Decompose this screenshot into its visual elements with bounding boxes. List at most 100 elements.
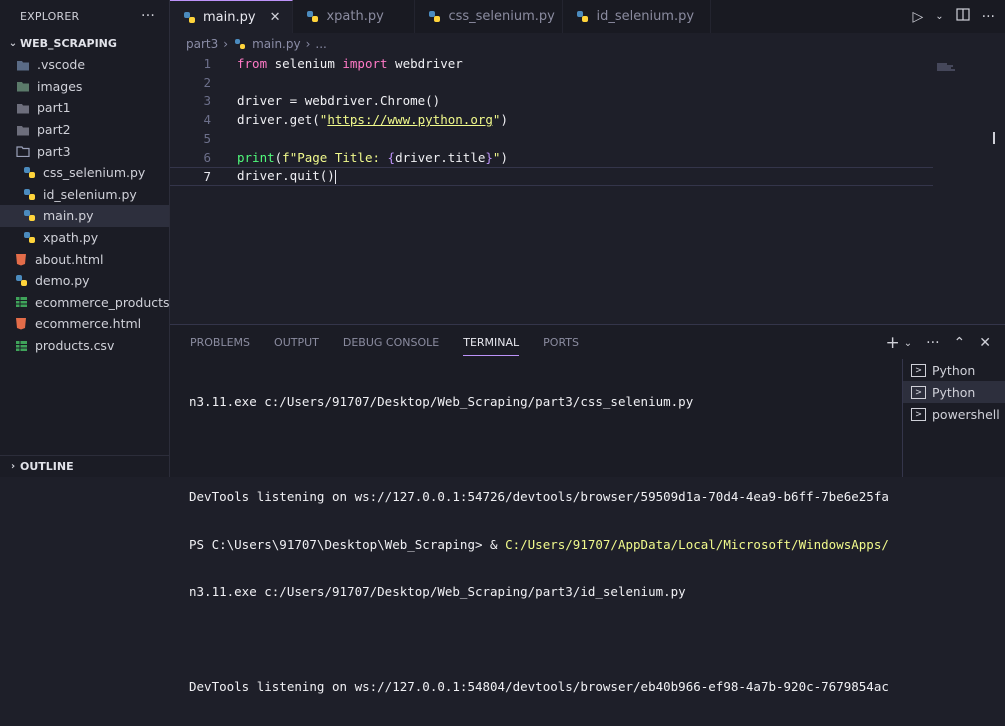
tab-xpath-py[interactable]: xpath.py — [293, 0, 416, 33]
maximize-panel-icon[interactable]: ⌃ — [954, 335, 966, 351]
folder-images-icon — [16, 79, 30, 93]
terminal-icon: > — [911, 385, 926, 399]
code-line[interactable]: 3 driver = webdriver.Chrome() — [170, 92, 1005, 111]
code-line[interactable]: 4 driver.get("https://www.python.org") — [170, 110, 1005, 129]
line-number: 5 — [203, 131, 211, 147]
more-actions-icon[interactable]: ··· — [926, 335, 939, 351]
tab-problems[interactable]: PROBLEMS — [190, 336, 250, 349]
tab-main-py[interactable]: main.py ✕ — [170, 0, 294, 33]
code-line[interactable]: 5 — [170, 129, 1005, 148]
tree-item-ecommerce-html[interactable]: ecommerce.html — [0, 313, 169, 335]
close-icon[interactable]: ✕ — [270, 10, 281, 25]
code-line[interactable]: 6 print(f"Page Title: {driver.title}") — [170, 148, 1005, 167]
close-panel-icon[interactable]: ✕ — [979, 335, 991, 351]
breadcrumb-file[interactable]: main.py — [252, 37, 301, 51]
chevron-right-icon: › — [305, 37, 311, 51]
code-editor[interactable]: 1 from selenium import webdriver 2 3 dri… — [170, 54, 1005, 324]
chevron-down-icon: ⌄ — [8, 37, 18, 49]
python-icon — [22, 209, 36, 223]
code-line[interactable]: 1 from selenium import webdriver — [170, 54, 1005, 73]
tab-debug-console[interactable]: DEBUG CONSOLE — [343, 336, 439, 349]
tab-label: css_selenium.py — [448, 9, 555, 24]
bottom-panel: PROBLEMS OUTPUT DEBUG CONSOLE TERMINAL P… — [170, 324, 1005, 694]
brace-token: } — [485, 149, 493, 165]
breadcrumb: part3 › main.py › ... — [186, 36, 327, 52]
tree-item-label: part3 — [37, 143, 71, 159]
breadcrumb-more[interactable]: ... — [315, 37, 326, 51]
terminal-output[interactable]: n3.11.exe c:/Users/91707/Desktop/Web_Scr… — [189, 363, 889, 726]
python-icon — [575, 10, 589, 24]
function-token: print — [237, 149, 275, 165]
tree-item-main[interactable]: main.py — [0, 205, 169, 227]
terminal-command-path: C:/Users/91707/AppData/Local/Microsoft/W… — [505, 536, 889, 552]
explorer-sidebar: EXPLORER ··· ⌄ WEB_SCRAPING .vscode imag… — [0, 0, 170, 477]
tree-item-id-selenium[interactable]: id_selenium.py — [0, 184, 169, 206]
terminal-line: DevTools listening on ws://127.0.0.1:548… — [189, 679, 889, 694]
tree-item-about[interactable]: about.html — [0, 248, 169, 270]
breadcrumb-folder[interactable]: part3 — [186, 37, 218, 51]
tree-item-vscode[interactable]: .vscode — [0, 54, 169, 76]
split-editor-icon[interactable] — [956, 8, 970, 25]
tree-item-part2[interactable]: part2 — [0, 119, 169, 141]
keyword-token: from — [237, 55, 268, 71]
tree-item-xpath[interactable]: xpath.py — [0, 227, 169, 249]
tab-output[interactable]: OUTPUT — [274, 336, 319, 349]
tab-terminal[interactable]: TERMINAL — [463, 336, 520, 356]
minimap[interactable] — [937, 56, 959, 71]
terminal-line: DevTools listening on ws://127.0.0.1:547… — [189, 489, 889, 504]
line-number: 7 — [203, 168, 211, 184]
tree-item-label: about.html — [35, 251, 104, 267]
run-icon[interactable]: ▷ — [912, 9, 923, 25]
terminal-item-label: Python — [932, 384, 976, 400]
tree-item-ecommerce-products[interactable]: ecommerce_products.... — [0, 292, 169, 314]
tab-label: main.py — [203, 9, 256, 25]
terminal-item-powershell[interactable]: > powershell — [903, 403, 1005, 425]
tree-item-label: products.csv — [35, 338, 115, 354]
workspace-root[interactable]: ⌄ WEB_SCRAPING — [0, 32, 169, 54]
tree-item-label: .vscode — [37, 57, 86, 73]
code-token: driver.title — [395, 149, 486, 165]
tree-item-label: demo.py — [35, 273, 90, 289]
tab-ports[interactable]: PORTS — [543, 336, 579, 349]
more-actions-icon[interactable]: ··· — [982, 9, 995, 25]
terminal-item-label: powershell — [932, 406, 1000, 422]
code-text: driver.quit() — [237, 168, 336, 184]
tree-item-label: ecommerce.html — [35, 316, 142, 332]
chevron-right-icon: › — [10, 461, 16, 472]
python-icon — [14, 274, 28, 288]
workspace-root-label: WEB_SCRAPING — [20, 36, 117, 50]
terminal-item-python[interactable]: > Python — [903, 359, 1005, 381]
tab-label: xpath.py — [326, 9, 384, 24]
tree-item-demo[interactable]: demo.py — [0, 270, 169, 292]
more-actions-icon[interactable]: ··· — [141, 8, 155, 24]
tree-item-part3[interactable]: part3 — [0, 140, 169, 162]
code-token: selenium — [267, 55, 343, 71]
terminal-line: n3.11.exe c:/Users/91707/Desktop/Web_Scr… — [189, 584, 686, 599]
tree-item-label: id_selenium.py — [43, 186, 137, 202]
scrollbar-marker[interactable] — [993, 132, 1005, 144]
tree-item-part1[interactable]: part1 — [0, 97, 169, 119]
url-link[interactable]: https://www.python.org — [327, 112, 493, 127]
chevron-down-icon[interactable]: ⌄ — [935, 11, 943, 22]
code-line-current[interactable]: 7 driver.quit() — [170, 166, 933, 186]
code-text: from selenium import webdriver — [237, 56, 463, 71]
line-number: 4 — [203, 112, 211, 128]
tree-item-images[interactable]: images — [0, 76, 169, 98]
code-token: ) — [500, 112, 508, 128]
chevron-down-icon[interactable]: ⌄ — [904, 338, 912, 349]
terminal-item-python[interactable]: > Python — [903, 381, 1005, 403]
tab-css-selenium-py[interactable]: css_selenium.py — [415, 0, 564, 33]
tab-id-selenium-py[interactable]: id_selenium.py — [563, 0, 712, 33]
tree-item-label: part1 — [37, 100, 71, 116]
tree-item-css-selenium[interactable]: css_selenium.py — [0, 162, 169, 184]
tree-item-products-csv[interactable]: products.csv — [0, 335, 169, 357]
code-text: print(f"Page Title: {driver.title}") — [237, 150, 508, 165]
code-line[interactable]: 2 — [170, 73, 1005, 92]
outline-section[interactable]: › OUTLINE — [0, 455, 170, 477]
add-terminal-icon[interactable]: + — [886, 333, 900, 353]
terminal-line: n3.11.exe c:/Users/91707/Desktop/Web_Scr… — [189, 394, 694, 409]
outline-label: OUTLINE — [20, 460, 74, 473]
table-icon — [14, 295, 28, 309]
